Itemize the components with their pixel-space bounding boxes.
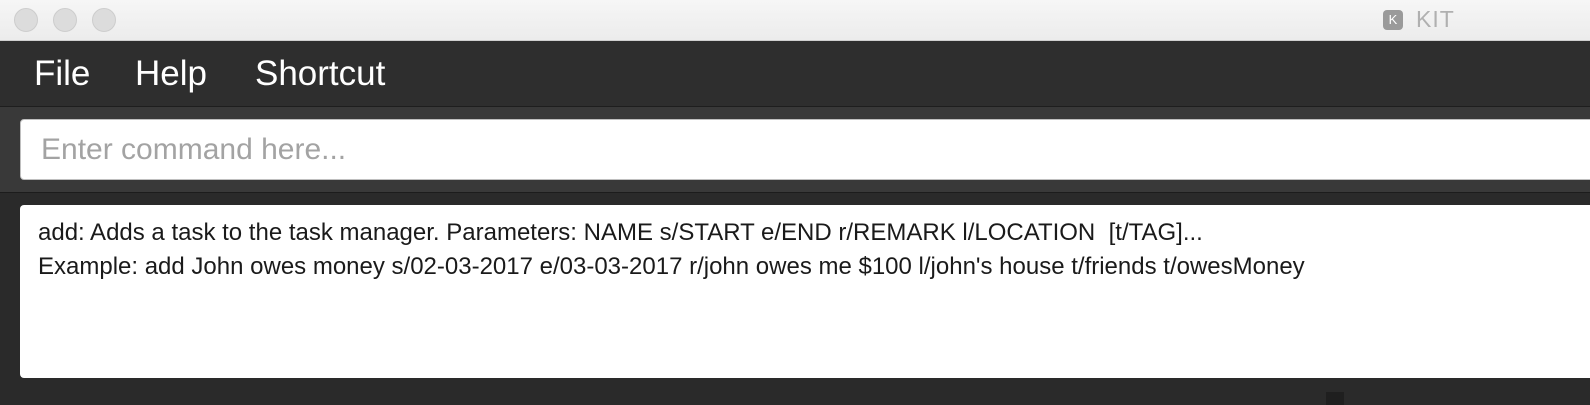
zoom-button-icon[interactable] <box>92 8 116 32</box>
menu-bar: File Help Shortcut <box>0 41 1590 107</box>
result-display-area: add: Adds a task to the task manager. Pa… <box>0 193 1590 405</box>
window-title: KIT <box>1416 6 1455 32</box>
status-strip <box>0 385 1590 405</box>
title-bar: K KIT <box>0 0 1590 41</box>
minimize-button-icon[interactable] <box>53 8 77 32</box>
close-button-icon[interactable] <box>14 8 38 32</box>
command-input[interactable] <box>20 119 1590 180</box>
menu-help[interactable]: Help <box>135 54 207 94</box>
command-box-area <box>0 107 1590 193</box>
result-line-usage: add: Adds a task to the task manager. Pa… <box>38 219 1203 246</box>
menu-file[interactable]: File <box>34 54 90 94</box>
result-display: add: Adds a task to the task manager. Pa… <box>20 205 1590 378</box>
scrollbar-handle[interactable] <box>1326 392 1344 405</box>
result-line-example: Example: add John owes money s/02-03-201… <box>38 253 1305 280</box>
app-icon: K <box>1383 10 1403 30</box>
menu-shortcut[interactable]: Shortcut <box>255 54 385 94</box>
